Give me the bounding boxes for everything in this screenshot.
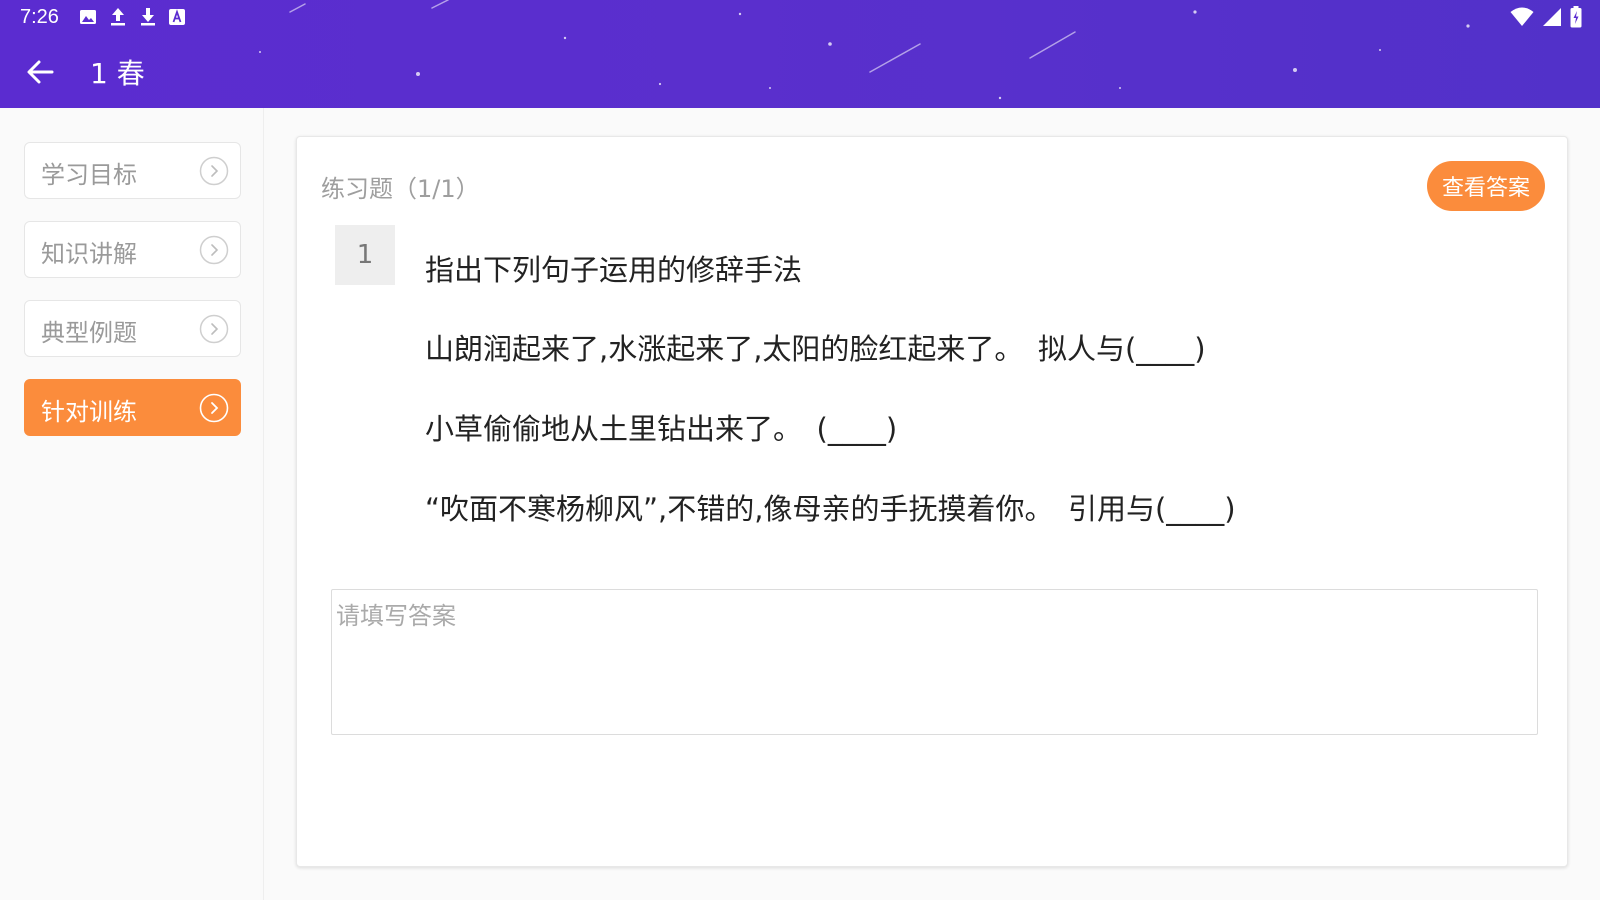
page-title: 1 春 [90, 57, 145, 90]
chevron-right-circle-icon [199, 393, 229, 423]
sidebar: 学习目标 知识讲解 典型例题 针对训练 [0, 108, 264, 900]
sidebar-item-label: 学习目标 [41, 161, 137, 189]
chevron-right-circle-icon [199, 156, 229, 186]
view-answer-button[interactable]: 查看答案 [1427, 161, 1545, 211]
sidebar-item-learning-goals[interactable]: 学习目标 [24, 142, 241, 199]
question-number: 1 [335, 225, 395, 285]
sidebar-item-label: 知识讲解 [41, 240, 137, 268]
question-sentence: 小草偷偷地从土里钻出来了。 (____) [425, 412, 898, 446]
question-prompt: 指出下列句子运用的修辞手法 [425, 253, 803, 287]
main-content: 练习题（1/1） 查看答案 1 指出下列句子运用的修辞手法 山朗润起来了,水涨起… [264, 108, 1600, 900]
chevron-right-circle-icon [199, 314, 229, 344]
a-box-icon [169, 9, 185, 25]
sidebar-item-label: 典型例题 [41, 319, 137, 347]
exercise-card: 练习题（1/1） 查看答案 1 指出下列句子运用的修辞手法 山朗润起来了,水涨起… [296, 136, 1568, 867]
sidebar-item-training[interactable]: 针对训练 [24, 379, 241, 436]
status-bar: 7:26 [0, 0, 1600, 36]
battery-icon [1570, 6, 1582, 28]
app-header: 7:26 1 春 [0, 0, 1600, 108]
status-time: 7:26 [20, 6, 59, 28]
upload-icon [111, 8, 125, 26]
toolbar: 1 春 [0, 36, 1600, 108]
signal-icon [1543, 8, 1561, 26]
question-sentence: 山朗润起来了,水涨起来了,太阳的脸红起来了。 拟人与(____) [425, 332, 1206, 366]
exercise-title: 练习题（1/1） [321, 175, 480, 203]
image-icon [80, 10, 96, 24]
status-notification-icons [78, 6, 186, 28]
arrow-left-icon [27, 60, 54, 84]
question-sentence: “吹面不寒杨柳风”,不错的,像母亲的手抚摸着你。 引用与(____) [425, 492, 1236, 526]
wifi-icon [1510, 7, 1534, 26]
download-icon [141, 8, 155, 26]
back-button[interactable] [18, 50, 62, 94]
sidebar-item-knowledge[interactable]: 知识讲解 [24, 221, 241, 278]
chevron-right-circle-icon [199, 235, 229, 265]
sidebar-item-examples[interactable]: 典型例题 [24, 300, 241, 357]
status-system-icons [1510, 6, 1582, 28]
sidebar-item-label: 针对训练 [41, 398, 137, 426]
answer-input[interactable] [331, 589, 1538, 735]
